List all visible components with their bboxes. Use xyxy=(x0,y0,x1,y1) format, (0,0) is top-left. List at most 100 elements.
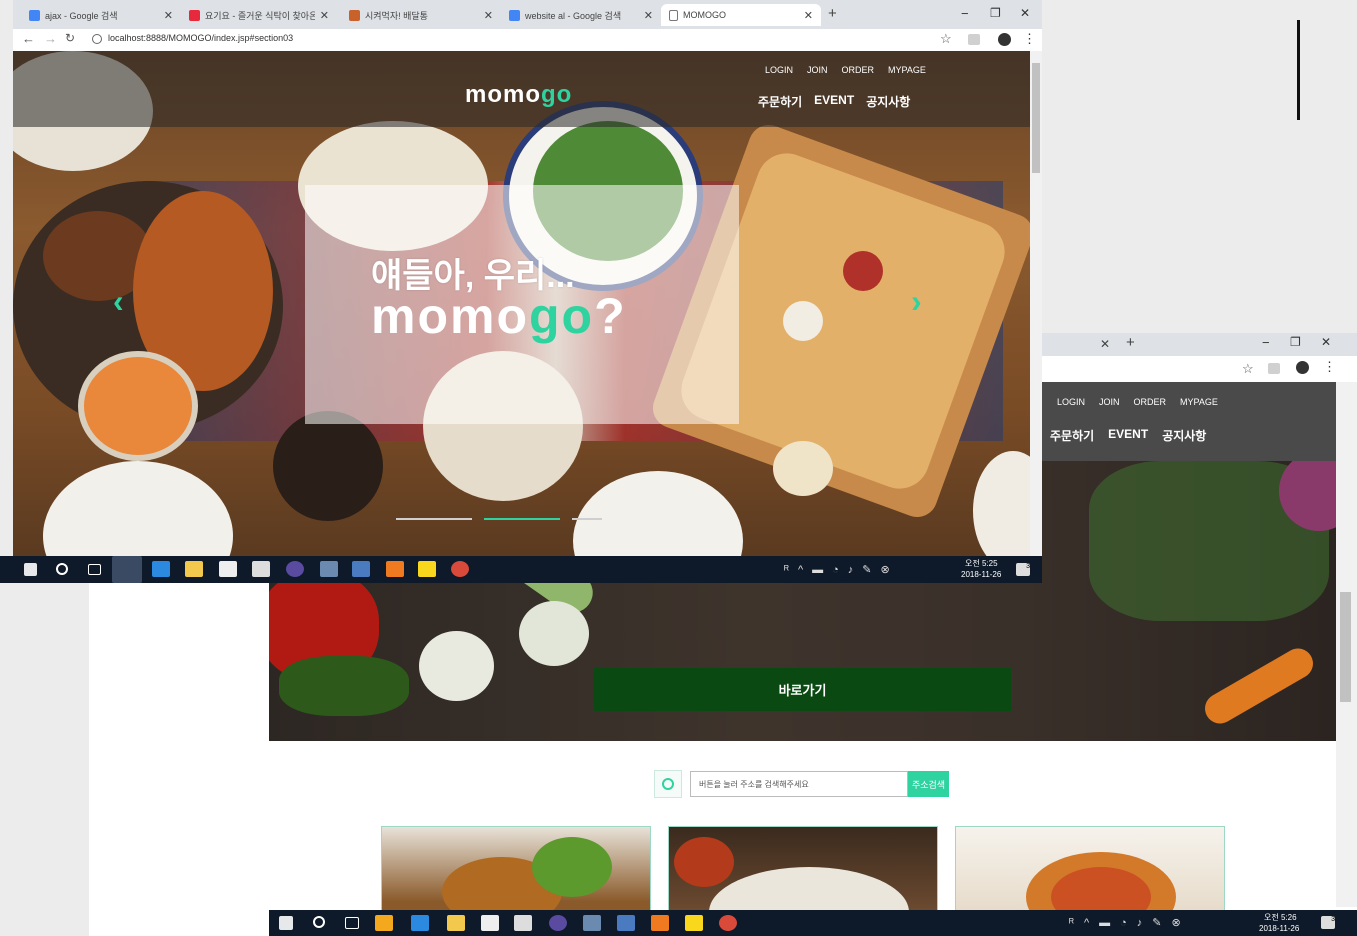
front-scrollbar[interactable] xyxy=(1030,51,1042,556)
menu-card-soup[interactable] xyxy=(668,826,938,911)
tab-yogiyo[interactable]: 요기요 - 즐거운 식탁이 찾아온다 ✕ xyxy=(181,4,337,26)
menu-kebab-icon[interactable]: ⋮ xyxy=(1023,31,1036,47)
taskbar-app-edge-icon[interactable] xyxy=(152,561,170,577)
order-link[interactable]: ORDER xyxy=(842,65,875,75)
back-new-tab-button[interactable]: + xyxy=(1126,334,1135,351)
page-favicon-icon xyxy=(669,9,678,21)
taskbar-app-ppt-icon[interactable] xyxy=(651,915,669,931)
taskbar-app-edge-icon[interactable] xyxy=(411,915,429,931)
reload-icon[interactable]: ↻ xyxy=(65,31,75,45)
nav-notice[interactable]: 공지사항 xyxy=(866,93,910,110)
slider-next-arrow-icon[interactable]: › xyxy=(911,283,922,320)
slider-dot[interactable] xyxy=(572,518,602,520)
back-login-link[interactable]: LOGIN xyxy=(1057,397,1085,407)
profile-icon[interactable] xyxy=(998,33,1011,46)
address-input[interactable]: 버튼을 눌러 주소를 검색해주세요 xyxy=(690,771,908,797)
back-close-button[interactable]: ✕ xyxy=(1321,335,1331,349)
address-search-button[interactable]: 주소검색 xyxy=(908,771,949,797)
taskbar-app-ie-icon[interactable] xyxy=(112,556,142,583)
bookmark-star-icon[interactable]: ☆ xyxy=(1242,361,1254,377)
bookmark-star-icon[interactable]: ☆ xyxy=(940,31,952,47)
site-logo[interactable]: momogo xyxy=(465,81,572,109)
back-mypage-link[interactable]: MYPAGE xyxy=(1180,397,1218,407)
search-icon[interactable] xyxy=(56,563,68,575)
taskbar-app-eclipse-icon[interactable] xyxy=(549,915,567,931)
menu-card-pizza[interactable] xyxy=(955,826,1225,911)
taskbar-app-db-icon[interactable] xyxy=(320,561,338,577)
taskbar-app-explorer-icon[interactable] xyxy=(185,561,203,577)
login-link[interactable]: LOGIN xyxy=(765,65,793,75)
logo-go: go xyxy=(541,81,573,108)
taskbar-app-chrome-icon[interactable] xyxy=(451,561,469,577)
tab-momogo[interactable]: MOMOGO ✕ xyxy=(661,4,821,26)
back-tab-close-icon[interactable]: ✕ xyxy=(1100,337,1110,351)
profile-icon[interactable] xyxy=(1296,361,1309,374)
tray-clock-date[interactable]: 2018-11-26 xyxy=(1259,924,1299,933)
taskbar-app-tool-icon[interactable] xyxy=(617,915,635,931)
address-bar[interactable]: localhost:8888/MOMOGO/index.jsp#section0… xyxy=(108,33,293,43)
taskbar-app-store-icon[interactable] xyxy=(481,915,499,931)
taskbar-app-ppt-icon[interactable] xyxy=(386,561,404,577)
tab-close-icon[interactable]: ✕ xyxy=(320,9,329,22)
extension-icon[interactable] xyxy=(1268,363,1280,374)
join-link[interactable]: JOIN xyxy=(807,65,828,75)
minimize-button[interactable]: − xyxy=(961,6,969,21)
taskbar-app-tool-icon[interactable] xyxy=(352,561,370,577)
new-tab-button[interactable]: + xyxy=(828,5,837,22)
mypage-link[interactable]: MYPAGE xyxy=(888,65,926,75)
location-target-icon[interactable] xyxy=(654,770,682,798)
taskbar-app-chrome-icon[interactable] xyxy=(719,915,737,931)
menu-card-chicken[interactable] xyxy=(381,826,651,911)
taskbar-app-mail-icon[interactable] xyxy=(252,561,270,577)
back-arrow-icon[interactable]: ← xyxy=(22,31,35,46)
shortcut-button[interactable]: 바로가기 xyxy=(594,668,1011,711)
taskbar-app-eclipse-icon[interactable] xyxy=(286,561,304,577)
back-minimize-button[interactable]: − xyxy=(1262,335,1270,350)
tab-ajax-search[interactable]: ajax - Google 검색 ✕ xyxy=(21,4,181,26)
forward-arrow-icon[interactable]: → xyxy=(44,31,57,46)
nav-order[interactable]: 주문하기 xyxy=(758,93,802,110)
back-join-link[interactable]: JOIN xyxy=(1099,397,1120,407)
nav-event[interactable]: EVENT xyxy=(814,93,854,110)
tab-close-icon[interactable]: ✕ xyxy=(484,9,493,22)
taskbar-app-mail-icon[interactable] xyxy=(514,915,532,931)
taskbar-app-db-icon[interactable] xyxy=(583,915,601,931)
slider-dot-active[interactable] xyxy=(484,518,560,520)
nav-main: 주문하기 EVENT 공지사항 xyxy=(758,93,910,110)
slider-dot[interactable] xyxy=(396,518,472,520)
maximize-button[interactable]: ❐ xyxy=(990,6,1001,20)
back-nav-order[interactable]: 주문하기 xyxy=(1050,427,1094,444)
taskbar-app-ie-icon[interactable] xyxy=(375,915,393,931)
tray-clock-date[interactable]: 2018-11-26 xyxy=(961,570,1001,579)
extension-icon[interactable] xyxy=(968,34,980,45)
back-maximize-button[interactable]: ❐ xyxy=(1290,335,1301,349)
notification-icon[interactable]: 3 xyxy=(1016,563,1030,576)
google-favicon-icon xyxy=(509,9,520,21)
tab-close-icon[interactable]: ✕ xyxy=(804,9,813,22)
task-view-icon[interactable] xyxy=(88,564,101,575)
windows-start-icon[interactable] xyxy=(279,916,293,930)
notification-icon[interactable]: 3 xyxy=(1321,916,1335,929)
windows-start-icon[interactable] xyxy=(24,563,37,576)
tray-clock-time[interactable]: 오전 5:26 xyxy=(1264,912,1297,923)
tab-close-icon[interactable]: ✕ xyxy=(164,9,173,22)
scrollbar[interactable] xyxy=(1336,382,1357,907)
back-nav-notice[interactable]: 공지사항 xyxy=(1162,427,1206,444)
tab-close-icon[interactable]: ✕ xyxy=(644,9,653,22)
back-nav-event[interactable]: EVENT xyxy=(1108,427,1148,444)
taskbar-app-explorer-icon[interactable] xyxy=(447,915,465,931)
back-order-link[interactable]: ORDER xyxy=(1134,397,1167,407)
taskbar-app-store-icon[interactable] xyxy=(219,561,237,577)
tray-clock-time[interactable]: 오전 5:25 xyxy=(965,558,998,569)
task-view-icon[interactable] xyxy=(345,917,359,929)
tray-icons: ᴿ^▬◔♪✎⊗ xyxy=(1069,917,1191,929)
taskbar-app-kakao-icon[interactable] xyxy=(685,915,703,931)
taskbar-app-kakao-icon[interactable] xyxy=(418,561,436,577)
menu-kebab-icon[interactable]: ⋮ xyxy=(1323,359,1336,375)
search-icon[interactable] xyxy=(313,916,325,928)
tab-title: website al - Google 검색 xyxy=(525,10,622,21)
slider-prev-arrow-icon[interactable]: ‹ xyxy=(113,283,124,320)
close-button[interactable]: ✕ xyxy=(1020,6,1030,20)
tab-baedaltong[interactable]: 시켜먹자! 배달통 ✕ xyxy=(341,4,501,26)
tab-website-search[interactable]: website al - Google 검색 ✕ xyxy=(501,4,661,26)
